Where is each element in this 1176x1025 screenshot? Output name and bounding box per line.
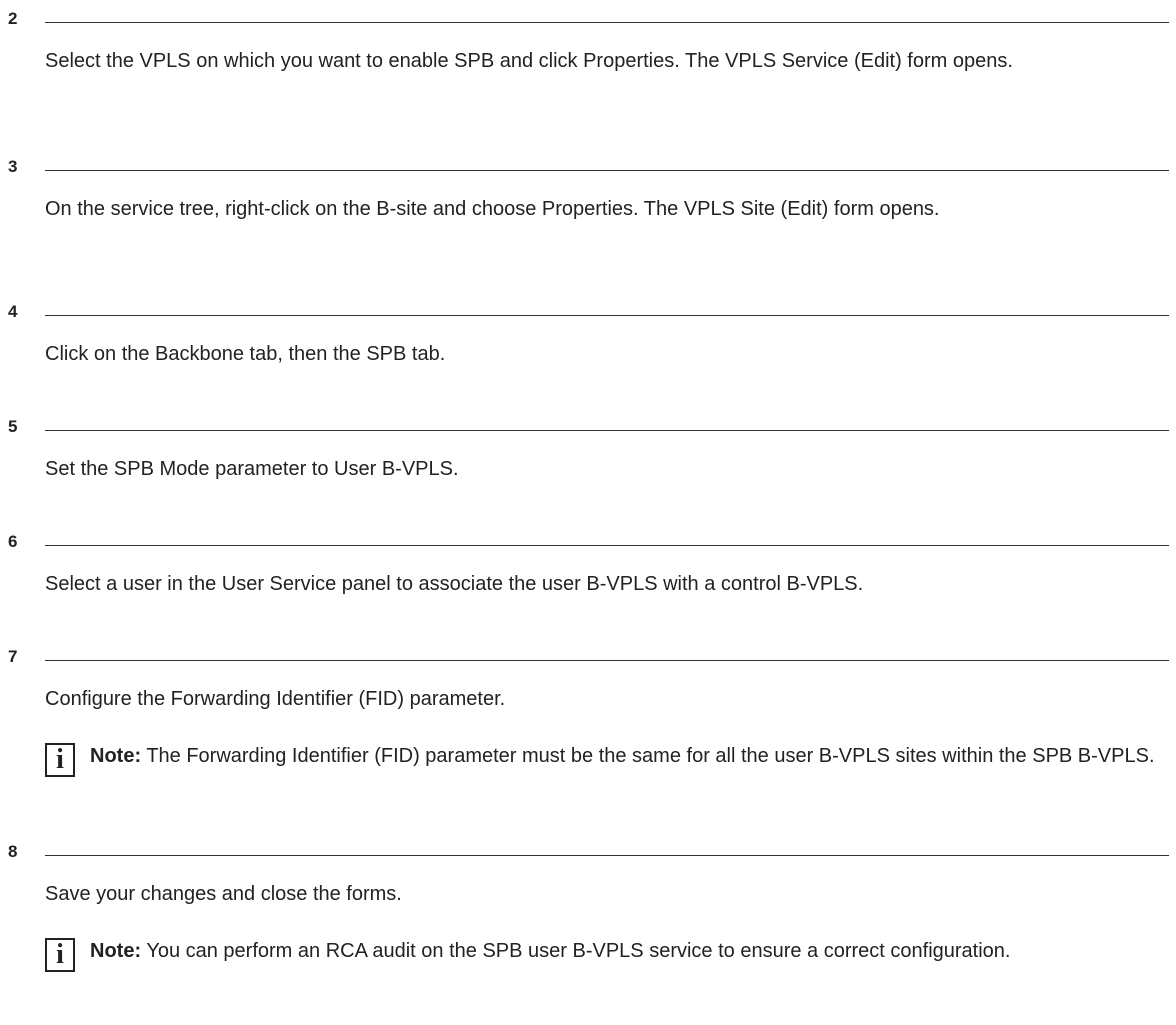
- note-label: Note:: [90, 745, 142, 767]
- step-divider: [45, 855, 1169, 856]
- note-label: Note:: [90, 940, 142, 962]
- step-text: On the service tree, right-click on the …: [45, 198, 940, 220]
- step-header: 4: [0, 298, 1176, 328]
- step-text: Set the SPB Mode parameter to User B-VPL…: [45, 458, 459, 480]
- step-header: 5: [0, 413, 1176, 443]
- step-number: 4: [8, 302, 18, 321]
- step-header: 3: [0, 153, 1176, 183]
- step-header: 8: [0, 838, 1176, 868]
- step-number: 8: [8, 842, 18, 861]
- step-divider: [45, 315, 1169, 316]
- step-text: Save your changes and close the forms.: [45, 883, 402, 905]
- step-header: 2: [0, 5, 1176, 35]
- step-header: 7: [0, 643, 1176, 673]
- step-8: 8 Save your changes and close the forms.…: [0, 838, 1176, 972]
- step-number: 6: [8, 532, 18, 551]
- note-body: Note: You can perform an RCA audit on th…: [90, 936, 1168, 966]
- step-divider: [45, 660, 1169, 661]
- step-number: 3: [8, 157, 18, 176]
- step-text: Select the VPLS on which you want to ena…: [45, 50, 1013, 72]
- step-divider: [45, 430, 1169, 431]
- info-icon: i: [45, 743, 75, 777]
- step-7: 7 Configure the Forwarding Identifier (F…: [0, 643, 1176, 777]
- step-divider: [45, 545, 1169, 546]
- step-3: 3 On the service tree, right-click on th…: [0, 153, 1176, 220]
- step-number: 7: [8, 647, 18, 666]
- step-text: Click on the Backbone tab, then the SPB …: [45, 343, 446, 365]
- step-number: 5: [8, 417, 18, 436]
- note-text: You can perform an RCA audit on the SPB …: [146, 940, 1011, 962]
- step-header: 6: [0, 528, 1176, 558]
- step-text: Select a user in the User Service panel …: [45, 573, 864, 595]
- info-icon: i: [45, 938, 75, 972]
- step-number: 2: [8, 9, 18, 28]
- note-text: The Forwarding Identifier (FID) paramete…: [146, 745, 1155, 767]
- step-6: 6 Select a user in the User Service pane…: [0, 528, 1176, 595]
- step-divider: [45, 22, 1169, 23]
- step-5: 5 Set the SPB Mode parameter to User B-V…: [0, 413, 1176, 480]
- note-body: Note: The Forwarding Identifier (FID) pa…: [90, 741, 1168, 771]
- step-text: Configure the Forwarding Identifier (FID…: [45, 688, 506, 710]
- step-2: 2 Select the VPLS on which you want to e…: [0, 5, 1176, 72]
- step-divider: [45, 170, 1169, 171]
- step-4: 4 Click on the Backbone tab, then the SP…: [0, 298, 1176, 365]
